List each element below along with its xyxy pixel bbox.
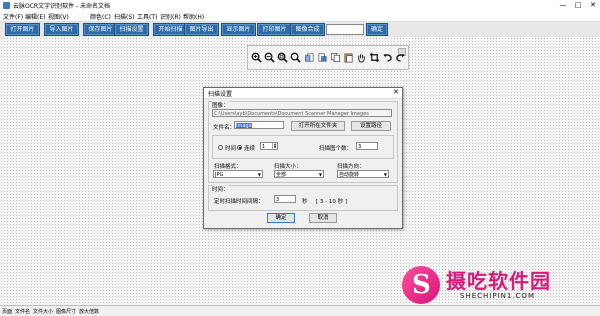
go-button[interactable]: 确定 xyxy=(366,23,388,36)
format-select[interactable]: JPG ▼ xyxy=(213,170,263,178)
mode-timer-label: 时间 xyxy=(225,146,237,152)
mode-timer-radio[interactable] xyxy=(218,145,223,150)
save-image-button[interactable]: 保存图片 xyxy=(83,23,118,36)
scan-settings-button[interactable]: 扫描设置 xyxy=(114,23,149,36)
set-path-button[interactable]: 设置路径 xyxy=(351,121,391,131)
toolbar-input[interactable] xyxy=(326,24,364,35)
open-folder-button[interactable]: 打开所在文件夹 xyxy=(291,121,345,131)
zoom-actual-icon[interactable] xyxy=(290,52,301,63)
window-title: 云脉OCR文字识别软件 - 未命名文档 xyxy=(13,3,111,10)
status-page: 页面 xyxy=(2,309,13,315)
format-label: 扫描格式： xyxy=(214,164,242,170)
interval-spinner[interactable]: 1 ▲ ▼ xyxy=(260,142,278,150)
paste-icon[interactable] xyxy=(343,52,354,63)
timer-interval-field[interactable]: 3 xyxy=(274,195,296,203)
status-filename: 文件名 xyxy=(15,309,31,315)
image-group-label: 图像： xyxy=(212,101,229,109)
path-field: C:\Users\xyb\Documents\Document Scanner … xyxy=(212,109,392,117)
count-label: 扫描图个数： xyxy=(319,146,353,152)
crop-icon[interactable] xyxy=(369,52,380,63)
dialog-title-bar: 扫描设置 ✕ xyxy=(204,88,402,99)
count-field[interactable]: 3 xyxy=(356,142,378,150)
site-watermark: S 摄吃软件园 SHECHIPIN1.COM xyxy=(398,262,598,308)
filename-label: 文件名： xyxy=(213,125,236,131)
direction-select[interactable]: 自动旋转 ▼ xyxy=(337,170,389,178)
undo-icon[interactable] xyxy=(382,52,393,63)
main-toolbar: 打开图片 导入图片 保存图片 扫描设置 开始扫描 图片导出 显示图片 打印图片 … xyxy=(0,22,600,38)
scan-settings-dialog: 扫描设置 ✕ 图像： C:\Users\xyb\Documents\Docume… xyxy=(203,87,403,229)
menu-bar: 文件(F) 编辑(E) 视图(V) 颜色(C) 扫描(S) 工具(T) 识别(R… xyxy=(0,11,600,22)
import-image-button[interactable]: 导入图片 xyxy=(44,23,79,36)
status-zoom: 放大倍数 xyxy=(79,309,100,315)
interval-label: 定时扫描时间间隔： xyxy=(214,199,264,205)
spinner-arrows-icon[interactable]: ▲ ▼ xyxy=(272,143,277,149)
dialog-close-icon[interactable]: ✕ xyxy=(393,88,399,96)
rotate-left-icon[interactable] xyxy=(304,52,315,63)
status-filesize: 文件大小 xyxy=(33,309,54,315)
size-label: 扫描大小： xyxy=(274,164,302,170)
status-image-size: 图像尺寸 xyxy=(56,309,77,315)
redo-icon[interactable] xyxy=(395,52,406,63)
menu-view[interactable]: 视图(V) xyxy=(48,12,69,21)
menu-edit[interactable]: 编辑(E) xyxy=(25,12,45,21)
direction-label: 扫描方向： xyxy=(337,164,365,170)
app-icon xyxy=(3,2,10,9)
mode-continuous-radio[interactable] xyxy=(237,145,242,150)
interval-spinner-value: 1 xyxy=(262,144,266,150)
dialog-title: 扫描设置 xyxy=(208,91,233,98)
hand-icon[interactable] xyxy=(356,52,367,63)
open-image-button[interactable]: 打开图片 xyxy=(5,23,40,36)
image-toolbar xyxy=(247,45,409,70)
maximize-icon[interactable]: □ xyxy=(571,0,585,11)
menu-tools[interactable]: 工具(T) xyxy=(137,12,157,21)
zoom-out-icon[interactable] xyxy=(264,52,275,63)
start-scan-button[interactable]: 开始扫描 xyxy=(153,23,188,36)
copy-icon[interactable] xyxy=(330,52,341,63)
zoom-in-icon[interactable] xyxy=(251,52,262,63)
ok-button[interactable]: 确定 xyxy=(267,213,295,223)
watermark-logo: S xyxy=(402,266,440,304)
size-dropdown-icon[interactable]: ▼ xyxy=(319,171,322,177)
interval-range-label: [ 3 - 10 秒 ] xyxy=(316,199,348,205)
watermark-cn-text: 摄吃软件园 xyxy=(446,269,551,293)
menu-help[interactable]: 帮助(H) xyxy=(183,12,204,21)
merge-image-button[interactable]: 图像合成 xyxy=(290,23,325,36)
menu-recognize[interactable]: 识别(R) xyxy=(160,12,181,21)
title-bar: 云脉OCR文字识别软件 - 未命名文档 — □ ✕ xyxy=(0,0,600,11)
time-group-label: 时间： xyxy=(212,185,229,193)
direction-dropdown-icon[interactable]: ▼ xyxy=(384,171,387,177)
close-icon[interactable]: ✕ xyxy=(586,0,600,11)
watermark-url: SHECHIPIN1.COM xyxy=(460,292,535,300)
size-select[interactable]: 全部 ▼ xyxy=(274,170,324,178)
zoom-fit-icon[interactable] xyxy=(277,52,288,63)
menu-scan[interactable]: 扫描(S) xyxy=(114,12,135,21)
show-image-button[interactable]: 显示图片 xyxy=(221,23,256,36)
minimize-icon[interactable]: — xyxy=(556,0,570,11)
cancel-button[interactable]: 取消 xyxy=(309,213,337,223)
filename-field[interactable]: Image xyxy=(234,121,284,129)
mode-continuous-label: 连续 xyxy=(244,146,256,152)
format-dropdown-icon[interactable]: ▼ xyxy=(258,171,261,177)
menu-file[interactable]: 文件(F) xyxy=(3,12,23,21)
menu-color[interactable]: 颜色(C) xyxy=(90,12,111,21)
rotate-right-icon[interactable] xyxy=(317,52,328,63)
print-image-button[interactable]: 打印图片 xyxy=(257,23,292,36)
export-image-button[interactable]: 图片导出 xyxy=(184,23,219,36)
seconds-label: 秒 xyxy=(302,199,308,205)
